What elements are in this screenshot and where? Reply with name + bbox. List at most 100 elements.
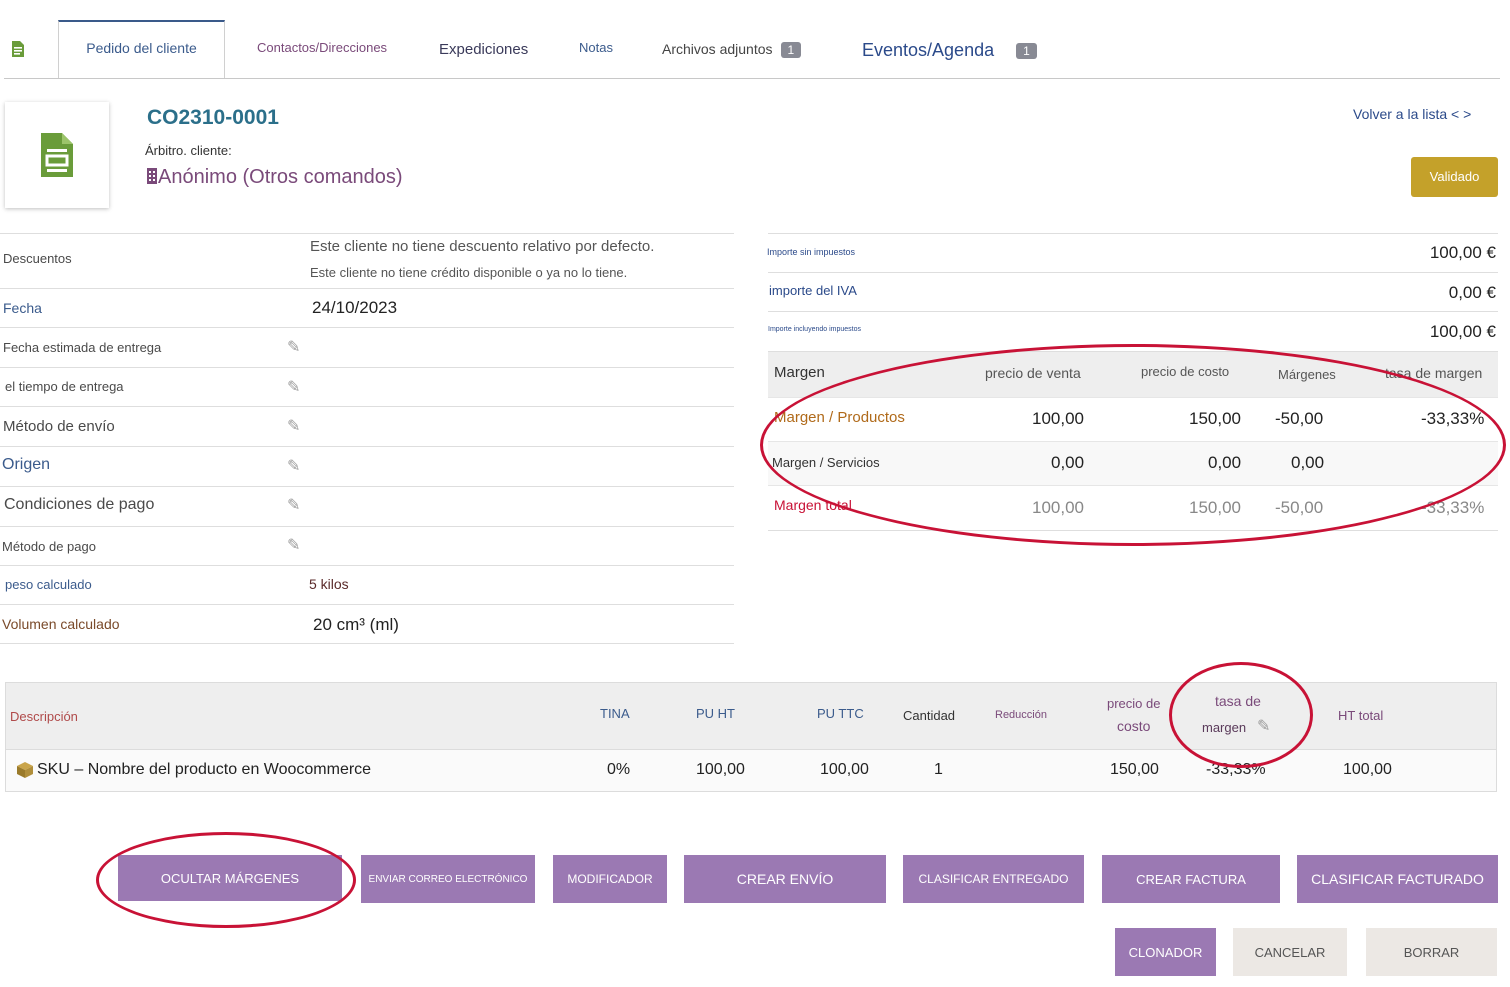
volume-value: 20 cm³ (ml) — [313, 615, 399, 634]
company-link[interactable]: Anónimo (Otros comandos) — [146, 166, 403, 189]
discounts-label: Descuentos — [3, 251, 72, 266]
edit-origin-icon[interactable]: ✎ — [287, 456, 300, 476]
tab-order[interactable]: Pedido del cliente — [58, 20, 225, 78]
edit-ship-method-icon[interactable]: ✎ — [287, 416, 300, 436]
cancel-button[interactable]: CANCELAR — [1233, 928, 1347, 976]
payment-terms-label: Condiciones de pago — [4, 496, 155, 513]
edit-margin-rate-icon[interactable]: ✎ — [1257, 716, 1270, 736]
margin-row-total — [768, 485, 1498, 531]
col-description: Descripción — [10, 709, 78, 724]
col-pu-ht: PU HT — [696, 706, 735, 721]
col-pu-ttc: PU TTC — [817, 706, 864, 721]
totals-row-ht — [768, 233, 1498, 234]
line-pu-ttc: 100,00 — [820, 761, 869, 778]
line-vat: 0% — [607, 761, 631, 778]
delete-button[interactable]: BORRAR — [1366, 928, 1497, 976]
document-icon — [41, 133, 73, 177]
classify-delivered-button[interactable]: CLASIFICAR ENTREGADO — [903, 855, 1084, 903]
margin-services-label: Margen / Servicios — [772, 455, 880, 470]
margin-services-sell: 0,00 — [1051, 453, 1085, 472]
lines-header — [5, 682, 1497, 750]
total-ht-value: 100,00 € — [1429, 243, 1496, 262]
back-to-list-link[interactable]: Volver a la lista < > — [1353, 106, 1471, 122]
tabs-divider — [4, 78, 1500, 79]
order-picto — [5, 102, 109, 208]
col-cost-1: precio de — [1107, 696, 1161, 711]
total-ht-label: Importe sin impuestos — [767, 247, 856, 257]
col-cost-2: costo — [1117, 718, 1151, 734]
margin-total-sell: 100,00 — [1032, 498, 1084, 517]
margin-total-cost: 150,00 — [1189, 498, 1241, 517]
edit-est-delivery-icon[interactable]: ✎ — [287, 337, 300, 357]
field-row-date — [0, 288, 734, 289]
col-rate-1: tasa de — [1215, 693, 1261, 709]
margin-products-margin: -50,00 — [1275, 409, 1324, 428]
margin-total-label: Margen total — [774, 497, 852, 513]
product-box-icon — [17, 762, 33, 778]
line-cost: 150,00 — [1110, 761, 1159, 778]
tab-shipments[interactable]: Expediciones — [439, 41, 528, 58]
col-qty: Cantidad — [903, 708, 956, 723]
margin-header-margins: Márgenes — [1278, 367, 1336, 382]
field-row-est-delivery — [0, 327, 734, 328]
create-shipment-button[interactable]: CREAR ENVÍO — [684, 855, 886, 903]
order-ref: CO2310-0001 — [147, 106, 279, 129]
discounts-text: Este cliente no tiene descuento relativo… — [310, 238, 655, 255]
volume-label: Volumen calculado — [2, 616, 120, 632]
create-invoice-button[interactable]: CREAR FACTURA — [1102, 855, 1280, 903]
weight-value: 5 kilos — [309, 576, 349, 592]
events-count-badge: 1 — [1016, 43, 1037, 60]
tab-events[interactable]: Eventos/Agenda 1 — [862, 40, 1037, 61]
margin-header-rate: tasa de margen — [1385, 365, 1483, 381]
modify-button[interactable]: MODIFICADOR — [553, 855, 667, 903]
edit-delivery-time-icon[interactable]: ✎ — [287, 377, 300, 397]
tab-events-label: Eventos/Agenda — [862, 40, 995, 60]
field-row-origin — [0, 446, 734, 447]
margin-header-label: Margen — [774, 364, 825, 381]
ship-method-label: Método de envío — [3, 418, 115, 435]
total-ttc-label: Importe incluyendo impuestos — [768, 326, 861, 333]
tab-attachments[interactable]: Archivos adjuntos 1 — [662, 41, 802, 59]
tab-attachments-label: Archivos adjuntos — [662, 41, 773, 57]
total-vat-value: 0,00 € — [1448, 283, 1496, 302]
classify-billed-button[interactable]: CLASIFICAR FACTURADO — [1297, 855, 1498, 903]
weight-label: peso calculado — [5, 577, 92, 592]
date-value: 24/10/2023 — [312, 298, 398, 317]
field-row-payment-method — [0, 526, 734, 527]
line-description[interactable]: SKU – Nombre del producto en Woocommerce — [37, 761, 371, 779]
clone-button[interactable]: CLONADOR — [1115, 928, 1216, 976]
margin-total-rate: -33,33% — [1421, 498, 1485, 517]
margin-services-margin: 0,00 — [1291, 453, 1325, 472]
send-email-button[interactable]: ENVIAR CORREO ELECTRÓNICO — [361, 855, 535, 903]
tab-contacts[interactable]: Contactos/Direcciones — [257, 40, 387, 55]
tab-notes[interactable]: Notas — [579, 40, 613, 55]
margin-header-cost: precio de costo — [1141, 364, 1230, 379]
building-icon — [147, 168, 157, 184]
company-name: Anónimo (Otros comandos) — [158, 166, 403, 188]
credit-text: Este cliente no tiene crédito disponible… — [310, 265, 628, 280]
col-discount: Reducción — [995, 709, 1047, 721]
totals-row-ttc — [768, 311, 1498, 312]
col-rate-2: margen — [1202, 720, 1247, 735]
total-vat-label: importe del IVA — [769, 283, 857, 298]
table-row[interactable]: SKU – Nombre del producto en Woocommerce… — [5, 750, 1497, 792]
payment-method-label: Método de pago — [2, 539, 96, 554]
line-margin-rate: -33,33% — [1206, 761, 1266, 778]
margin-header-sell: precio de venta — [985, 365, 1081, 381]
margin-services-cost: 0,00 — [1208, 453, 1242, 472]
field-table-bottom — [0, 643, 734, 644]
status-badge: Validado — [1411, 157, 1498, 197]
est-delivery-label: Fecha estimada de entrega — [3, 340, 162, 355]
field-row-payment-terms — [0, 486, 734, 487]
line-total-ht: 100,00 — [1343, 761, 1392, 778]
margin-total-margin: -50,00 — [1275, 498, 1324, 517]
line-pu-ht: 100,00 — [696, 761, 745, 778]
hide-margins-button[interactable]: OCULTAR MÁRGENES — [118, 855, 342, 901]
order-icon — [12, 41, 24, 57]
margin-products-rate: -33,33% — [1421, 409, 1485, 428]
date-label: Fecha — [3, 300, 42, 316]
edit-payment-terms-icon[interactable]: ✎ — [287, 495, 300, 515]
field-row-ship-method — [0, 406, 734, 407]
field-row-weight — [0, 565, 734, 566]
edit-payment-method-icon[interactable]: ✎ — [287, 535, 300, 555]
